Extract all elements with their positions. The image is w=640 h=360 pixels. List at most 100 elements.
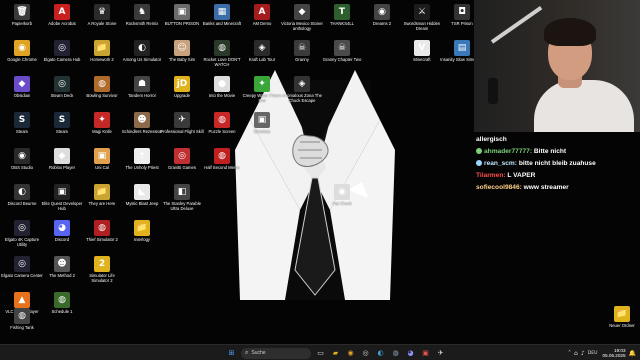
- desktop-icon[interactable]: ◉ Hat Check: [322, 182, 362, 220]
- desktop-icon[interactable]: ◎ Elgato 4K Capture Utility: [2, 218, 42, 256]
- desktop-icon[interactable]: ▣ Obsolete: [242, 110, 282, 148]
- desktop-icon-label: Adobe Acrobat: [48, 21, 76, 26]
- desktop-icon[interactable]: ◕ Discord: [42, 218, 82, 256]
- desktop-icon-label: Hat Check: [332, 201, 352, 206]
- language-indicator[interactable]: DEU: [588, 351, 598, 356]
- desktop-icon[interactable]: ◈ Anomalous Zona The Chuck Escape: [282, 74, 322, 112]
- desktop-icon[interactable]: 📁 Interlogy: [122, 218, 162, 256]
- desktop-icon[interactable]: ◎ Elgato Camera Hub: [42, 38, 82, 76]
- system-tray: ˄ ⌂ ♪ DEU 19:03 05.06.2025 🔔: [568, 347, 636, 359]
- desktop-icon[interactable]: ◐ Discord Beurne: [2, 182, 42, 220]
- discord-icon[interactable]: ◕: [405, 348, 416, 359]
- desktop-icon[interactable]: ◍ Bowling Survivor: [82, 74, 122, 112]
- volume-icon[interactable]: ♪: [581, 350, 585, 357]
- extra-app-icon[interactable]: ✈: [435, 348, 446, 359]
- desktop-icon[interactable]: ◎ Steam Deck: [42, 74, 82, 112]
- network-icon[interactable]: ⌂: [574, 350, 578, 357]
- desktop-icon[interactable]: ☺ The Baby Sim: [162, 38, 202, 76]
- app-icon: ◧: [174, 184, 190, 200]
- desktop-icon[interactable]: 📁 Neuer Ordner: [602, 304, 640, 342]
- start-button[interactable]: ⊞: [226, 348, 237, 359]
- desktop-icon[interactable]: ◉ Google Chrome: [2, 38, 42, 76]
- desktop-icon[interactable]: ▣ Uni Cal: [82, 146, 122, 184]
- desktop-icon[interactable]: S Steam: [42, 110, 82, 148]
- chat-text: L VAPER: [507, 172, 536, 179]
- app-icon: ▣: [174, 4, 190, 20]
- desktop-icon[interactable]: V Minecraft: [402, 38, 442, 76]
- chrome-icon[interactable]: ◉: [345, 348, 356, 359]
- app-icon: ▦: [214, 4, 230, 20]
- app-icon: ●: [214, 76, 230, 92]
- desktop-icon[interactable]: ◍ Fishing Tank: [2, 306, 42, 344]
- task-view-icon[interactable]: ▭: [315, 348, 326, 359]
- notification-bell-icon[interactable]: 🔔: [629, 350, 636, 357]
- desktop-icon[interactable]: 🗑 Papierkorb: [2, 2, 42, 40]
- desktop-icon[interactable]: ✈ Professional Flight Skill: [160, 110, 204, 148]
- desktop-icon-label: Steam: [55, 129, 69, 134]
- desktop-icon[interactable]: ◆ Victoria Mexico Stoner anthology: [281, 2, 323, 40]
- desktop-icon[interactable]: ▣ Elite Quest Developer Hub: [42, 182, 82, 220]
- desktop-icon[interactable]: ◍ Schedule 1: [42, 290, 82, 328]
- desktop-icon[interactable]: ◎ Gravitti Games: [162, 146, 202, 184]
- desktop-icon[interactable]: ◐ Among Us Simulator: [122, 38, 162, 76]
- desktop-icon[interactable]: ◍ Puzzle Screen: [202, 110, 242, 148]
- desktop-icon[interactable]: ◣ Mystic Blast Jeep: [122, 182, 162, 220]
- desktop-icon[interactable]: ♞ Rocksmith Remix: [122, 2, 162, 40]
- desktop-icon[interactable]: ◍ Thief Simulator 2: [82, 218, 122, 256]
- desktop-icon[interactable]: 📁 Homework 2: [82, 38, 122, 76]
- desktop-icon-label: Professional Flight Skill: [160, 129, 204, 134]
- desktop-icon[interactable]: ◆ Roblox Player: [42, 146, 82, 184]
- desktop-icon[interactable]: ☗ Tandem Horror: [122, 74, 162, 112]
- chat-message-list: ahmader77777: Bitte nicht rean_scm: bitte…: [476, 146, 640, 194]
- desktop-icon[interactable]: ♛ A Royale Stone: [82, 2, 122, 40]
- app-icon: A: [254, 4, 270, 20]
- desktop-icon-label: A Royale Stone: [87, 21, 117, 26]
- desktop-icon[interactable]: ◎ Elgato Camera Center: [1, 254, 43, 292]
- chevron-up-icon[interactable]: ˄: [568, 350, 571, 357]
- desktop-icon[interactable]: ◍ Rocket Love DON'T WATCH: [202, 38, 242, 76]
- desktop-icon-label: Homework 2: [90, 57, 114, 62]
- app-icon: 📁: [94, 184, 110, 200]
- desktop-icon[interactable]: ◧ The Stanley Parable Ultra Deluxe: [162, 182, 202, 220]
- desktop-icon-label: Google Chrome: [7, 57, 37, 62]
- game-icon[interactable]: ▣: [420, 348, 431, 359]
- desktop-icon[interactable]: ✝ The Unholy Priest: [122, 146, 162, 184]
- desktop-icon[interactable]: ☠ Granny Chapter Two: [322, 38, 362, 76]
- app-icon: ☠: [294, 40, 310, 56]
- desktop-icon[interactable]: ◍ Half Second Meme: [202, 146, 242, 184]
- desktop-icon[interactable]: ▦ Banks and Minecraft: [202, 2, 242, 40]
- app-icon: ◆: [54, 148, 70, 164]
- desktop-icon[interactable]: ◈ Kraft Lab Tour: [242, 38, 282, 76]
- taskbar-clock[interactable]: 19:03 05.06.2025: [603, 348, 626, 359]
- desktop-icon[interactable]: 2 Simulator Life Simulator 2: [82, 254, 122, 292]
- taskbar-search-box[interactable]: ⌕ Suche: [241, 347, 311, 359]
- desktop-icon[interactable]: ◉ OBS Studio: [2, 146, 42, 184]
- chat-username: Tilarmen:: [476, 172, 508, 179]
- desktop-icon[interactable]: ● Into the Movie: [202, 74, 242, 112]
- steam-icon[interactable]: ◍: [390, 348, 401, 359]
- app-icon: A: [54, 4, 70, 20]
- chat-text: www streamer: [523, 184, 569, 191]
- obs-icon[interactable]: ◎: [360, 348, 371, 359]
- desktop-icon[interactable]: jD Upgrade: [162, 74, 202, 112]
- desktop-icon[interactable]: S Steam: [2, 110, 42, 148]
- desktop-icon[interactable]: ◉ Dreams 2: [362, 2, 402, 40]
- desktop-icon[interactable]: ✦ Magi Knife: [82, 110, 122, 148]
- edge-icon[interactable]: ◐: [375, 348, 386, 359]
- app-icon: 🗑: [14, 4, 30, 20]
- desktop-icon[interactable]: ▣ BUTTON PRISON: [162, 2, 202, 40]
- desktop-icon[interactable]: T THANKS4LL: [322, 2, 362, 40]
- desktop-icon[interactable]: 📁 They are Here: [82, 182, 122, 220]
- desktop-icon[interactable]: ☻ Schindlers Rezession: [122, 110, 162, 148]
- desktop-icon[interactable]: ⚔ Swordsman Hidden Dream: [402, 2, 442, 40]
- app-icon: ✈: [174, 112, 190, 128]
- file-explorer-icon[interactable]: ▰: [330, 348, 341, 359]
- desktop-icon-label: Schindlers Rezession: [121, 129, 163, 134]
- desktop-icon[interactable]: A AM Demo: [242, 2, 282, 40]
- desktop-icon[interactable]: ◆ Obsidian: [2, 74, 42, 112]
- desktop-icon[interactable]: ✦ Creepy Water Prison Sim: [242, 74, 282, 112]
- app-icon: ⚔: [414, 4, 430, 20]
- desktop-icon[interactable]: A Adobe Acrobat: [42, 2, 82, 40]
- desktop-icon[interactable]: ☻ The Method 2: [42, 254, 82, 292]
- desktop-icon[interactable]: ☠ Granny: [282, 38, 322, 76]
